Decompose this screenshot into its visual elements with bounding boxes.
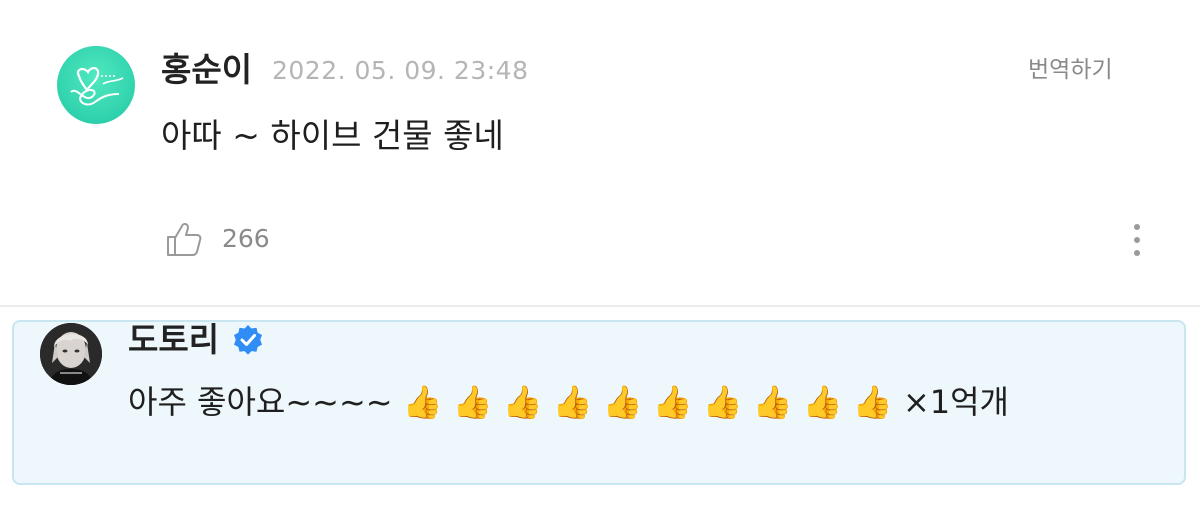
reply-body: 아주 좋아요~~~~ 👍 👍 👍 👍 👍 👍 👍 👍 👍 👍 ×1억개 [128,383,1010,421]
commenter-name[interactable]: 홍순이 [161,48,252,92]
heart-signature-icon [70,67,124,106]
thumbs-up-icon [167,222,202,256]
more-options-button[interactable] [1125,220,1149,260]
comment-item: 홍순이 2022. 05. 09. 23:48 번역하기 아따 ~ 하이브 건물… [0,0,1200,300]
comment-thread: 홍순이 2022. 05. 09. 23:48 번역하기 아따 ~ 하이브 건물… [0,0,1200,508]
commenter-avatar[interactable] [57,46,135,124]
like-button[interactable]: 266 [164,219,270,259]
artist-name[interactable]: 도토리 [128,318,219,362]
section-divider [0,305,1200,307]
artist-avatar[interactable] [40,323,102,385]
translate-button[interactable]: 번역하기 [1028,54,1113,86]
like-count: 266 [222,224,270,253]
verified-badge-icon [234,325,263,355]
vertical-ellipsis-icon [1134,224,1140,256]
profile-photo-icon [40,323,102,385]
comment-body: 아따 ~ 하이브 건물 좋네 [161,116,504,155]
artist-name-row: 도토리 [128,318,265,362]
comment-timestamp: 2022. 05. 09. 23:48 [272,56,529,85]
artist-reply: 도토리 아주 좋아요~~~~ 👍 👍 👍 👍 👍 👍 👍 👍 👍 👍 ×1억개 [12,320,1186,485]
